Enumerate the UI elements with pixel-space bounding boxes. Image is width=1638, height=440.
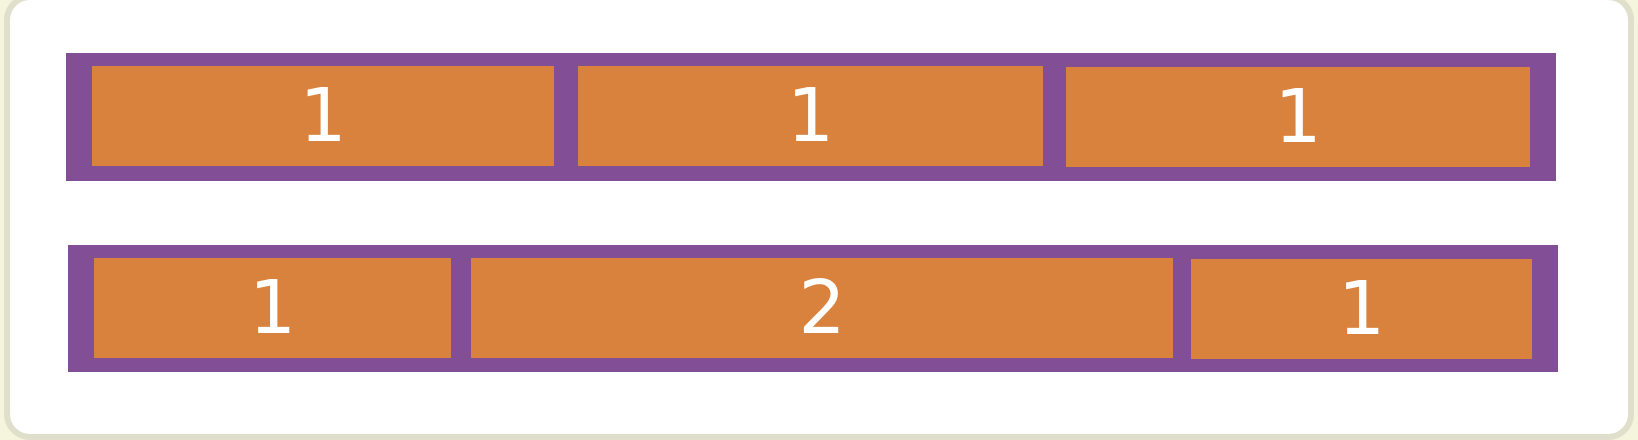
flex-grow-label: 1 [1274,74,1322,160]
flex-grow-label: 2 [798,265,846,351]
flex-item: 1 [1191,259,1532,359]
flex-grow-label: 1 [248,265,297,351]
flex-item: 2 [471,258,1173,358]
flex-item: 1 [94,258,451,358]
flex-item: 1 [578,66,1043,166]
flex-grow-label: 1 [1337,266,1386,352]
flex-item: 1 [92,66,554,166]
flex-item: 1 [1066,67,1530,167]
flex-grow-label: 1 [786,73,835,159]
flex-grow-label: 1 [299,73,347,159]
